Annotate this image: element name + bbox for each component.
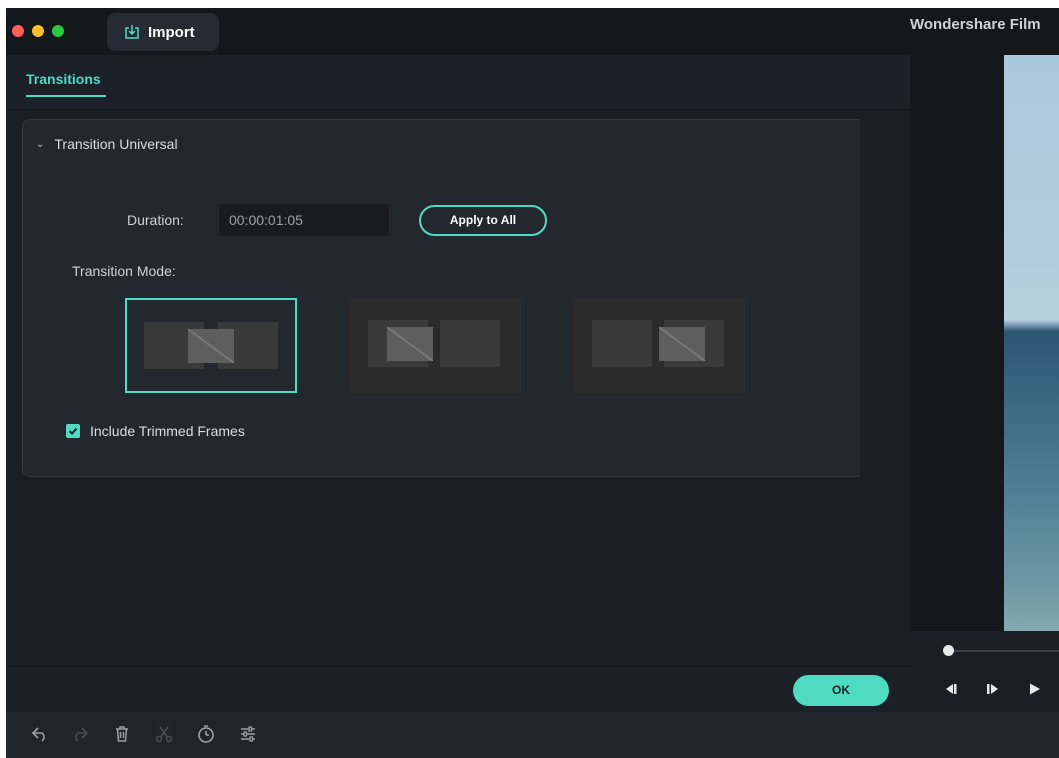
apply-to-all-button[interactable]: Apply to All	[419, 205, 547, 236]
dialog-footer: OK	[6, 666, 910, 713]
playback-scrubber-track[interactable]	[944, 650, 1059, 652]
import-label: Import	[148, 23, 195, 41]
tab-bar: Transitions	[6, 55, 910, 110]
delete-icon[interactable]	[112, 724, 132, 744]
preview-area	[910, 55, 1059, 712]
transition-mode-postfix[interactable]	[573, 298, 745, 393]
app-title: Wondershare Film	[910, 16, 1041, 33]
maximize-window-button[interactable]	[52, 25, 64, 37]
import-button[interactable]: Import	[107, 13, 219, 51]
cut-icon[interactable]	[154, 724, 174, 744]
speed-icon[interactable]	[196, 724, 216, 744]
timeline-toolbar	[6, 712, 1059, 758]
transition-mode-label: Transition Mode:	[72, 263, 176, 279]
transition-universal-section: ⌄ Transition Universal Duration: 00:00:0…	[22, 119, 860, 477]
tab-transitions[interactable]: Transitions	[26, 71, 101, 87]
duration-input[interactable]: 00:00:01:05	[219, 204, 389, 236]
transition-mode-overlap[interactable]	[125, 298, 297, 393]
active-tab-indicator	[26, 95, 106, 97]
undo-icon[interactable]	[30, 724, 50, 744]
transition-settings-panel: ⌄ Transition Universal Duration: 00:00:0…	[6, 110, 910, 666]
section-header[interactable]: ⌄ Transition Universal	[36, 136, 178, 152]
clip-a-block	[592, 320, 652, 367]
ok-button[interactable]: OK	[793, 675, 889, 706]
section-title: Transition Universal	[54, 136, 178, 152]
playback-scrubber-handle[interactable]	[943, 645, 954, 656]
title-bar: Import Wondershare Film	[6, 8, 1059, 55]
include-trimmed-frames-label: Include Trimmed Frames	[90, 423, 245, 439]
playback-controls	[910, 631, 1059, 712]
redo-icon[interactable]	[70, 724, 90, 744]
include-trimmed-frames-option[interactable]: Include Trimmed Frames	[66, 423, 245, 439]
transition-overlap-block	[188, 329, 234, 363]
include-trimmed-frames-checkbox[interactable]	[66, 424, 80, 438]
clip-b-block	[440, 320, 500, 367]
import-icon	[125, 25, 139, 39]
chevron-down-icon: ⌄	[36, 138, 45, 150]
adjust-icon[interactable]	[238, 724, 258, 744]
preview-video-frame	[1004, 55, 1059, 631]
close-window-button[interactable]	[12, 25, 24, 37]
transition-overlap-block	[387, 327, 433, 361]
transition-overlap-block	[659, 327, 705, 361]
next-frame-icon[interactable]	[985, 683, 1001, 695]
transition-mode-prefix[interactable]	[349, 298, 521, 393]
app-window: Import Wondershare Film Transitions ⌄ Tr…	[6, 8, 1059, 758]
prev-frame-icon[interactable]	[943, 683, 959, 695]
duration-label: Duration:	[127, 212, 184, 228]
minimize-window-button[interactable]	[32, 25, 44, 37]
play-icon[interactable]	[1028, 683, 1042, 695]
checkmark-icon	[68, 427, 78, 435]
